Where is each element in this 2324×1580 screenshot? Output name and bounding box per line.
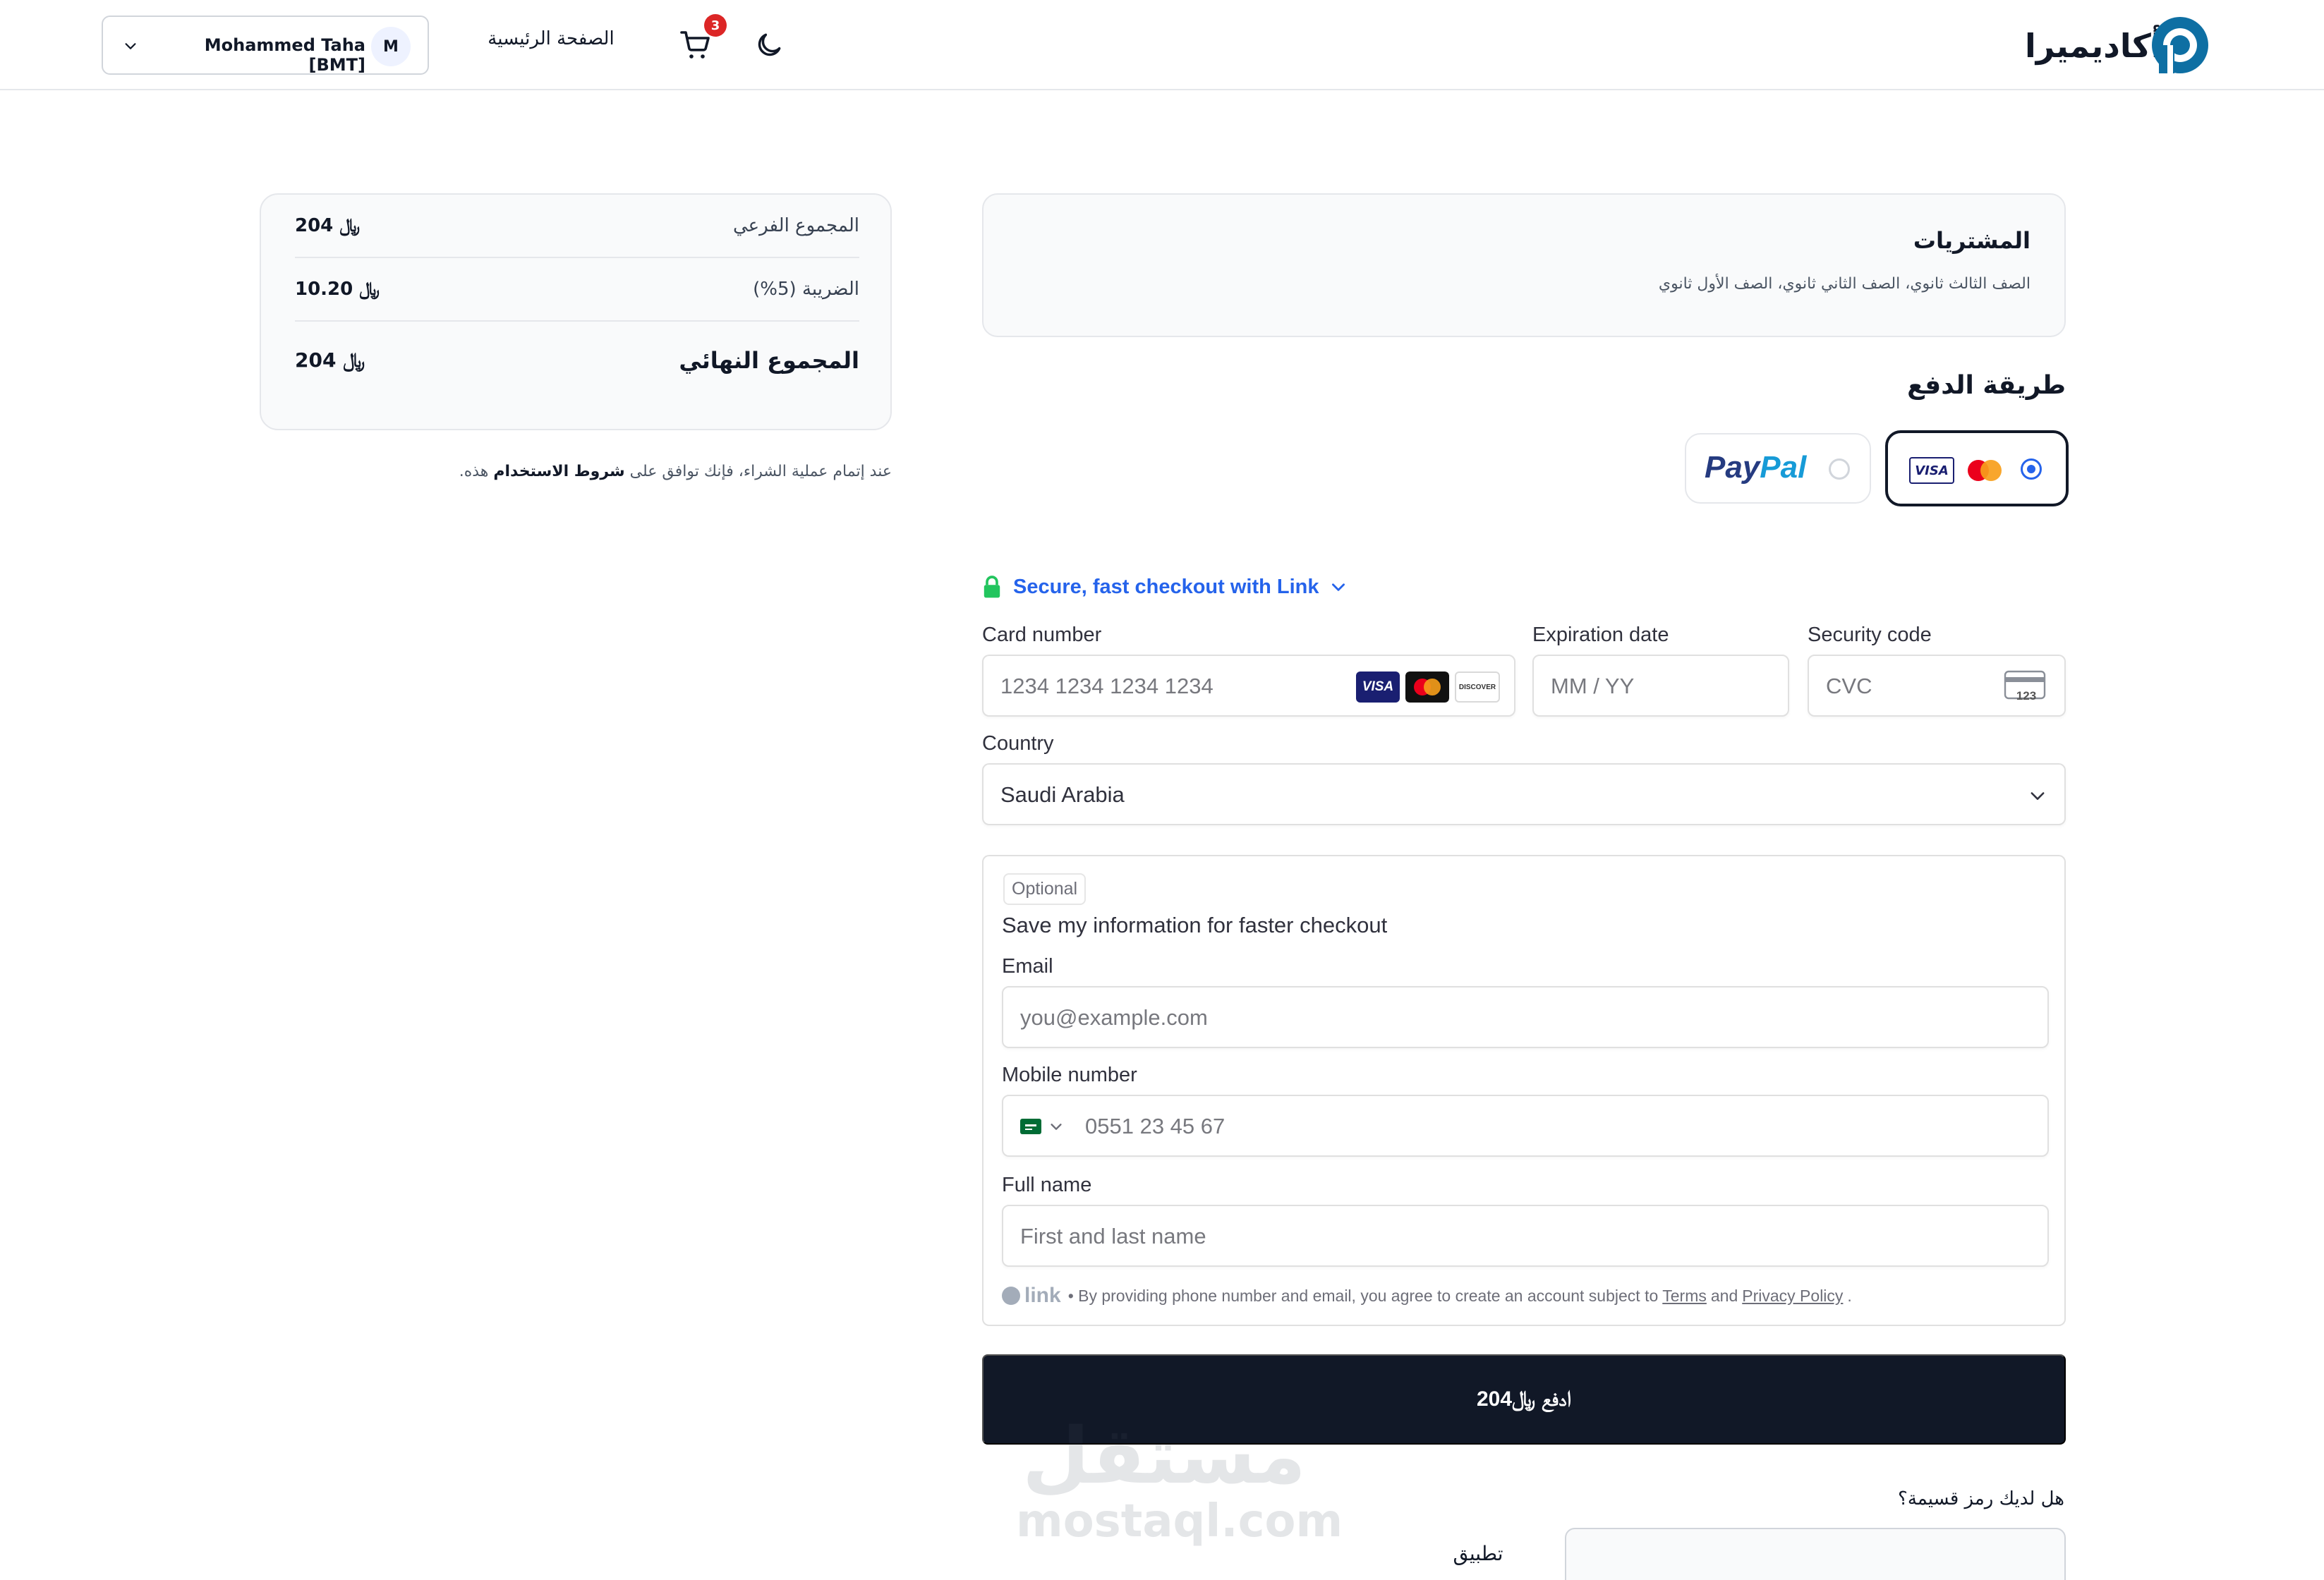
- card-number-placeholder: 1234 1234 1234 1234: [1000, 674, 1214, 698]
- avatar: M: [371, 27, 411, 66]
- watermark-arabic: مستقل: [1022, 1411, 1307, 1501]
- paypal-pay: Pay: [1705, 450, 1760, 485]
- tax-row: 10.20 ﷼ الضريبة (5%): [295, 258, 859, 322]
- subtotal-label: المجموع الفرعي: [732, 215, 859, 236]
- save-info-box: Optional Save my information for faster …: [982, 855, 2066, 1326]
- chevron-down-icon: [1331, 583, 1345, 591]
- fullname-label: Full name: [1002, 1174, 1092, 1196]
- payment-option-paypal[interactable]: PayPal: [1685, 433, 1871, 504]
- user-name: Mohammed Taha [BMT]: [204, 35, 365, 75]
- chevron-down-icon[interactable]: [1048, 1119, 1064, 1134]
- expiry-placeholder: MM / YY: [1551, 674, 1635, 698]
- discover-mini-logo: DISCOVER: [1455, 672, 1500, 703]
- top-navbar: Mohammed Taha [BMT] M الصفحة الرئيسية 3 …: [0, 0, 2324, 90]
- moon-icon[interactable]: [754, 30, 785, 61]
- fullname-input[interactable]: First and last name: [1002, 1205, 2049, 1267]
- country-value: Saudi Arabia: [1000, 782, 1125, 807]
- email-input[interactable]: you@example.com: [1002, 986, 2049, 1048]
- subtotal-row: 204 ﷼ المجموع الفرعي: [295, 195, 859, 258]
- total-value: 204 ﷼: [295, 348, 365, 372]
- terms-link[interactable]: Terms: [1662, 1287, 1707, 1306]
- lock-icon: [984, 576, 1000, 598]
- coupon-question: هل لديك رمز قسيمة؟: [1898, 1488, 2064, 1509]
- card-number-input[interactable]: 1234 1234 1234 1234 VISA DISCOVER: [982, 655, 1515, 717]
- paypal-radio[interactable]: [1829, 458, 1850, 480]
- email-placeholder: you@example.com: [1020, 1005, 1208, 1030]
- mastercard-logo: [1960, 457, 2009, 484]
- tax-label: الضريبة (5%): [753, 279, 859, 300]
- card-number-label: Card number: [982, 624, 1102, 646]
- cvc-input[interactable]: CVC 123: [1808, 655, 2066, 717]
- optional-chip: Optional: [1003, 873, 1087, 905]
- brand-logo-icon: [2152, 17, 2208, 73]
- terms-link[interactable]: شروط الاستخدام: [493, 463, 624, 480]
- nav-link-home[interactable]: الصفحة الرئيسية: [477, 28, 625, 49]
- chevron-down-icon: [125, 43, 136, 49]
- save-info-title: Save my information for faster checkout: [1002, 913, 1388, 937]
- payment-method-title: طريقة الدفع: [1907, 371, 2066, 400]
- subtotal-value: 204 ﷼: [295, 214, 361, 236]
- apply-coupon-button[interactable]: تطبيق: [1425, 1542, 1531, 1565]
- privacy-policy-link[interactable]: Privacy Policy: [1742, 1287, 1843, 1306]
- mobile-placeholder: 0551 23 45 67: [1085, 1114, 1225, 1138]
- card-radio-selected[interactable]: [2021, 458, 2042, 480]
- expiry-input[interactable]: MM / YY: [1532, 655, 1789, 717]
- cvc-icon-text: 123: [2016, 689, 2036, 703]
- tax-value: 10.20 ﷼: [295, 278, 380, 300]
- purchases-items: الصف الثالث ثانوي، الصف الثاني ثانوي، ال…: [1658, 275, 2031, 293]
- link-legal-text: link • By providing phone number and ema…: [1002, 1284, 1852, 1308]
- visa-mini-logo: VISA: [1356, 672, 1400, 703]
- watermark-english: mostaql.com: [1016, 1495, 1343, 1548]
- cvc-card-icon: 123: [2004, 670, 2046, 703]
- cvc-placeholder: CVC: [1826, 674, 1872, 698]
- link-checkout-toggle[interactable]: Secure, fast checkout with Link: [982, 573, 1348, 601]
- mobile-input[interactable]: 0551 23 45 67: [1002, 1095, 2049, 1157]
- chevron-down-icon: [2031, 792, 2045, 800]
- country-label: Country: [982, 732, 1054, 755]
- watermark: مستقل mostaql.com: [1009, 1411, 1343, 1552]
- mobile-label: Mobile number: [1002, 1064, 1137, 1086]
- terms-suffix: هذه.: [459, 463, 494, 480]
- total-row: 204 ﷼ المجموع النهائي: [295, 322, 859, 399]
- legal-text: • By providing phone number and email, y…: [1067, 1286, 1659, 1305]
- link-logo-icon: [1002, 1287, 1020, 1305]
- saudi-flag-icon[interactable]: [1020, 1119, 1041, 1134]
- expiry-label: Expiration date: [1532, 624, 1669, 646]
- legal-and: and: [1710, 1286, 1738, 1305]
- link-logo-text: link: [1024, 1284, 1061, 1307]
- link-logo: link: [1002, 1284, 1061, 1308]
- legal-end: .: [1847, 1286, 1852, 1305]
- cart-count-badge: 3: [704, 14, 727, 37]
- user-menu-button[interactable]: Mohammed Taha [BMT] M: [102, 16, 429, 75]
- payment-option-card[interactable]: VISA: [1885, 430, 2069, 506]
- brand-logo-link[interactable]: أكاديميرا: [2018, 14, 2208, 78]
- terms-prefix: عند إتمام عملية الشراء، فإنك توافق على: [624, 463, 892, 480]
- purchases-card: المشتريات الصف الثالث ثانوي، الصف الثاني…: [982, 193, 2066, 337]
- mastercard-mini-logo: [1405, 672, 1449, 703]
- email-label: Email: [1002, 955, 1053, 978]
- order-summary-card: 204 ﷼ المجموع الفرعي 10.20 ﷼ الضريبة (5%…: [260, 193, 892, 430]
- paypal-logo: PayPal: [1705, 450, 1806, 485]
- terms-note: عند إتمام عملية الشراء، فإنك توافق على ش…: [260, 463, 892, 480]
- purchases-title: المشتريات: [1913, 227, 2031, 254]
- link-checkout-text: Secure, fast checkout with Link: [1013, 575, 1319, 598]
- fullname-placeholder: First and last name: [1020, 1224, 1206, 1248]
- brand-name: أكاديميرا: [2025, 27, 2162, 65]
- cvc-label: Security code: [1808, 624, 1932, 646]
- visa-logo: VISA: [1909, 457, 1954, 484]
- paypal-pal: Pal: [1760, 450, 1807, 485]
- country-select[interactable]: Saudi Arabia: [982, 763, 2066, 825]
- coupon-input[interactable]: [1565, 1528, 2066, 1580]
- total-label: المجموع النهائي: [679, 347, 859, 374]
